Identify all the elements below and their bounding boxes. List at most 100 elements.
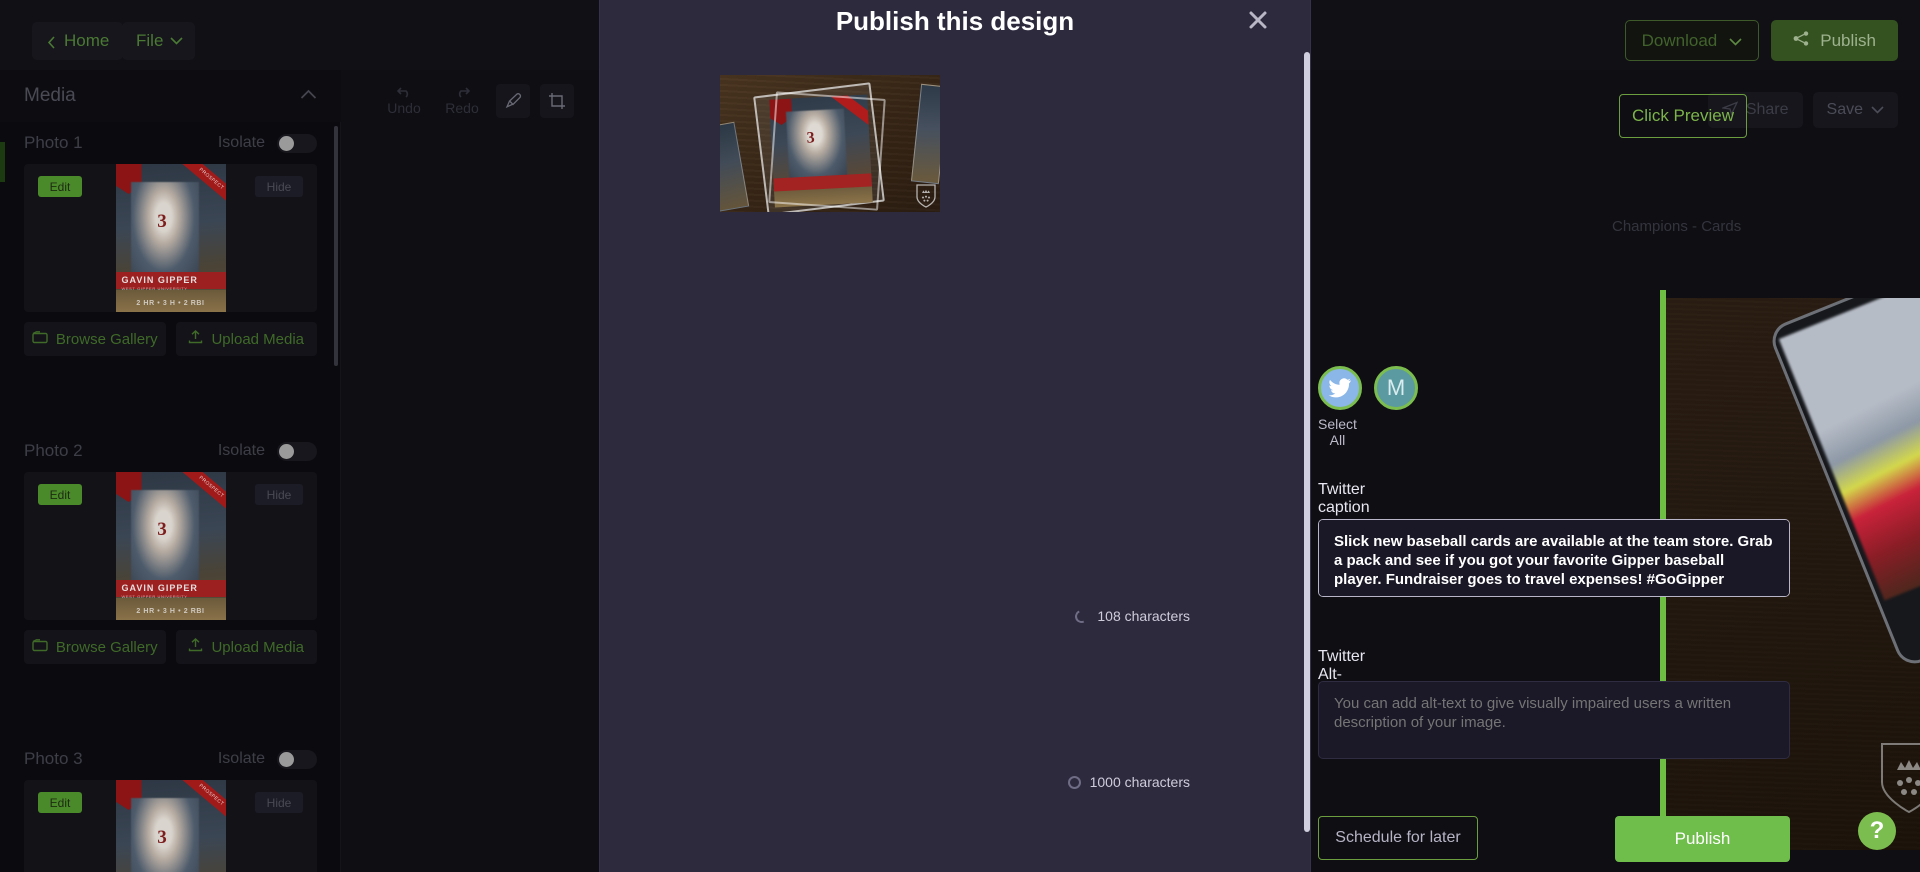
- isolate-label: Isolate: [217, 442, 265, 459]
- media-item-header: Photo 1 Isolate: [0, 122, 341, 164]
- share-label: Share: [1745, 101, 1789, 118]
- modal-title: Publish this design: [835, 6, 1075, 36]
- caption-field-label: Twitter caption: [1318, 481, 1370, 516]
- redo-label: Redo: [445, 100, 479, 116]
- list-item-label: Photo 3: [24, 749, 83, 768]
- phone-mockup: [1766, 298, 1920, 670]
- undo-icon: [396, 87, 408, 98]
- isolate-toggle[interactable]: [277, 749, 317, 769]
- gallery-icon: [32, 330, 48, 348]
- caption-character-counter: 108 characters: [1073, 607, 1190, 625]
- page-title: Champions - Cards: [1612, 218, 1742, 235]
- hide-button[interactable]: Hide: [255, 484, 303, 505]
- media-thumbnail-frame[interactable]: Edit Hide PROSPECT 3 GAVIN GIPPER WEST G…: [24, 164, 317, 312]
- file-menu-button[interactable]: File: [122, 22, 196, 60]
- undo-label: Undo: [387, 100, 421, 116]
- progress-ring-icon: [1067, 775, 1081, 789]
- jersey-number: 3: [157, 519, 167, 541]
- caption-input[interactable]: [1318, 519, 1790, 597]
- crop-button[interactable]: [540, 84, 574, 118]
- alt-text-counter-label: 1000 characters: [1089, 774, 1190, 790]
- card-player-name: GAVIN GIPPER: [121, 275, 198, 285]
- chevron-up-icon[interactable]: [300, 87, 317, 105]
- watermark-shield-icon: [916, 184, 936, 208]
- browse-gallery-label: Browse Gallery: [55, 638, 158, 656]
- undo-button[interactable]: Undo: [380, 86, 428, 116]
- media-thumbnail-frame[interactable]: Edit Hide PROSPECT 3 GAVIN GIPPER WEST G…: [24, 780, 317, 872]
- card-stats: 2 HR • 3 H • 2 RBI: [136, 300, 205, 307]
- gallery-icon: [32, 638, 48, 656]
- home-button[interactable]: Home: [32, 22, 124, 60]
- jersey-number: 3: [157, 827, 167, 849]
- isolate-toggle[interactable]: [277, 133, 317, 153]
- share-nodes-icon: [1793, 30, 1810, 51]
- card-stats: 2 HR • 3 H • 2 RBI: [136, 608, 205, 615]
- help-button[interactable]: ?: [1858, 812, 1896, 850]
- caption-counter-label: 108 characters: [1097, 608, 1190, 624]
- browse-gallery-label: Browse Gallery: [55, 330, 158, 348]
- phone-screen: [1778, 298, 1920, 601]
- publish-button-topbar[interactable]: Publish: [1771, 20, 1898, 61]
- upload-media-button[interactable]: Upload Media: [175, 322, 317, 356]
- upload-media-button[interactable]: Upload Media: [175, 630, 317, 664]
- redo-icon: [458, 87, 470, 98]
- editor-toolbar: Undo Redo: [380, 84, 574, 118]
- social-accounts: M: [1318, 366, 1418, 410]
- click-preview-button[interactable]: Click Preview: [1619, 94, 1747, 138]
- media-item-group: Photo 3 Isolate Edit Hide PROSPECT 3: [0, 738, 341, 872]
- hide-button[interactable]: Hide: [255, 792, 303, 813]
- save-label: Save: [1826, 101, 1863, 118]
- isolate-label: Isolate: [217, 134, 265, 151]
- close-icon[interactable]: [1244, 6, 1272, 34]
- edit-button[interactable]: Edit: [38, 484, 82, 505]
- select-all-button[interactable]: Select All: [1318, 416, 1357, 448]
- design-preview-thumbnail[interactable]: 3: [720, 75, 940, 212]
- twitter-account-avatar[interactable]: [1318, 366, 1362, 410]
- file-label: File: [136, 31, 164, 50]
- eyedropper-icon: [505, 93, 522, 109]
- chevron-left-icon: [46, 35, 57, 49]
- list-item-label: Photo 1: [24, 133, 83, 152]
- mastodon-account-avatar[interactable]: M: [1374, 366, 1418, 410]
- isolate-label: Isolate: [217, 750, 265, 767]
- media-actions: Browse Gallery Upload Media: [0, 312, 341, 356]
- chevron-down-icon: [170, 36, 183, 47]
- isolate-toggle[interactable]: [277, 441, 317, 461]
- crop-icon: [548, 92, 565, 109]
- browse-gallery-button[interactable]: Browse Gallery: [24, 322, 166, 356]
- edit-button[interactable]: Edit: [38, 792, 82, 813]
- modal-scrollbar[interactable]: [1304, 52, 1310, 832]
- baseball-card-thumbnail: PROSPECT 3 GAVIN GIPPER WEST GIPPER UNIV…: [115, 164, 226, 312]
- browse-gallery-button[interactable]: Browse Gallery: [24, 630, 166, 664]
- media-item-header: Photo 3 Isolate: [0, 738, 341, 780]
- redo-button[interactable]: Redo: [438, 86, 486, 116]
- media-section-header[interactable]: Media: [0, 70, 341, 122]
- media-item-group: Photo 2 Isolate Edit Hide PROSPECT 3 GAV…: [0, 430, 341, 664]
- progress-ring-icon: [1073, 607, 1091, 625]
- media-item-header: Photo 2 Isolate: [0, 430, 341, 472]
- alt-text-input[interactable]: [1318, 681, 1790, 759]
- upload-icon: [188, 330, 203, 348]
- media-actions: Browse Gallery Upload Media: [0, 620, 341, 664]
- card-team-name: WEST GIPPER UNIVERSITY: [121, 594, 188, 599]
- upload-media-label: Upload Media: [211, 638, 305, 656]
- publish-modal: Publish this design 3 Click Preview M Se…: [600, 0, 1790, 872]
- save-button[interactable]: Save: [1812, 92, 1898, 128]
- schedule-for-later-button[interactable]: Schedule for later: [1318, 816, 1478, 860]
- home-label: Home: [64, 31, 110, 50]
- upload-icon: [188, 638, 203, 656]
- edit-button[interactable]: Edit: [38, 176, 82, 197]
- shield-crown-logo: [1881, 743, 1920, 814]
- app-root: Champions - Cards ? Undo Redo Home File …: [0, 0, 1920, 872]
- hide-button[interactable]: Hide: [255, 176, 303, 197]
- list-item-label: Photo 2: [24, 441, 83, 460]
- upload-media-label: Upload Media: [211, 330, 305, 348]
- chevron-down-icon: [1871, 101, 1884, 119]
- media-section-title: Media: [24, 85, 76, 106]
- download-button[interactable]: Download: [1624, 20, 1760, 61]
- eyedropper-button[interactable]: [496, 84, 530, 118]
- top-bar-actions: Download Publish: [1624, 20, 1898, 61]
- publish-button[interactable]: Publish: [1615, 816, 1790, 862]
- media-thumbnail-frame[interactable]: Edit Hide PROSPECT 3 GAVIN GIPPER WEST G…: [24, 472, 317, 620]
- card-team-name: WEST GIPPER UNIVERSITY: [121, 286, 188, 291]
